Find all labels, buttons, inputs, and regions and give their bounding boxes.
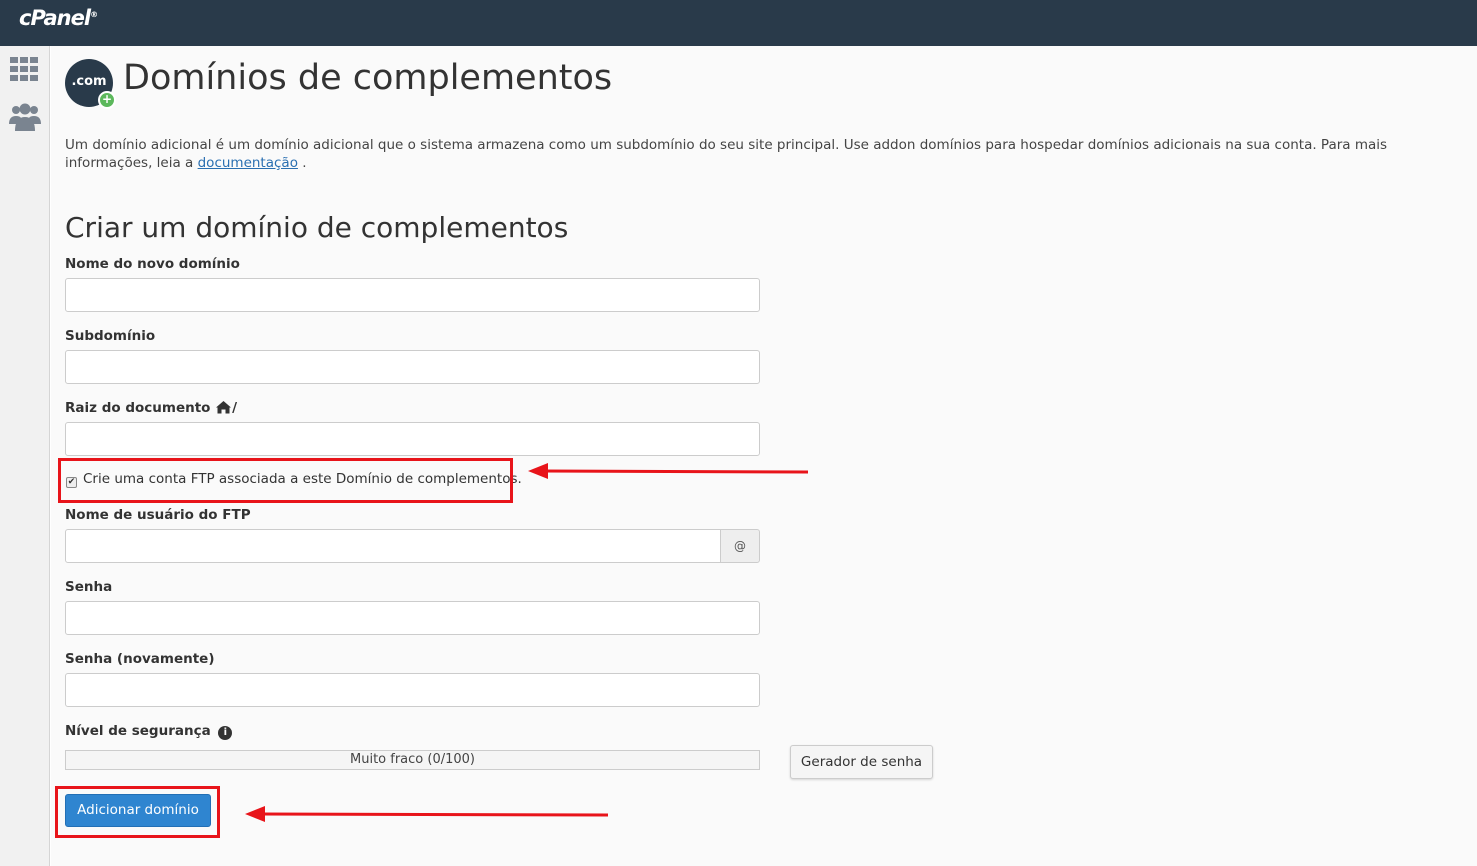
new-domain-label: Nome do novo domínio	[65, 256, 240, 272]
info-icon[interactable]: i	[218, 726, 233, 740]
password-confirm-input[interactable]	[65, 673, 760, 707]
subdomain-input[interactable]	[65, 350, 760, 384]
section-title: Criar um domínio de complementos	[65, 211, 569, 244]
intro-text: Um domínio adicional é um domínio adicio…	[65, 137, 1388, 171]
apps-grid-icon[interactable]	[9, 56, 39, 86]
home-icon	[215, 400, 232, 418]
password-confirm-label: Senha (novamente)	[65, 651, 215, 667]
password-label: Senha	[65, 579, 113, 595]
annotation-arrow-submit	[245, 806, 609, 822]
sidebar	[0, 46, 50, 866]
documentation-link[interactable]: documentação	[198, 155, 298, 171]
ftp-user-label: Nome de usuário do FTP	[65, 507, 251, 523]
new-domain-input[interactable]	[65, 278, 760, 312]
users-icon[interactable]	[9, 102, 41, 136]
strength-meter: Muito fraco (0/100)	[65, 750, 760, 770]
strength-text: Muito fraco (0/100)	[350, 752, 475, 767]
plus-icon: +	[98, 91, 116, 109]
password-input[interactable]	[65, 601, 760, 635]
docroot-label: Raiz do documento /	[65, 400, 238, 418]
ftp-user-at-addon: @	[720, 529, 760, 563]
highlight-box-submit	[55, 786, 220, 838]
top-bar: cPanel®	[0, 0, 1477, 46]
page-title: Domínios de complementos	[123, 58, 613, 98]
strength-label: Nível de segurança i	[65, 723, 233, 740]
addon-domain-icon: .com +	[65, 59, 116, 109]
annotation-arrow-ftp	[528, 463, 809, 479]
docroot-input[interactable]	[65, 422, 760, 456]
password-generator-button[interactable]: Gerador de senha	[790, 745, 933, 779]
cpanel-logo[interactable]: cPanel®	[19, 6, 98, 30]
highlight-box-ftp	[58, 458, 513, 503]
main-content: .com + Domínios de complementos Um domín…	[51, 46, 1477, 866]
subdomain-label: Subdomínio	[65, 328, 156, 344]
ftp-user-input[interactable]	[65, 529, 721, 563]
